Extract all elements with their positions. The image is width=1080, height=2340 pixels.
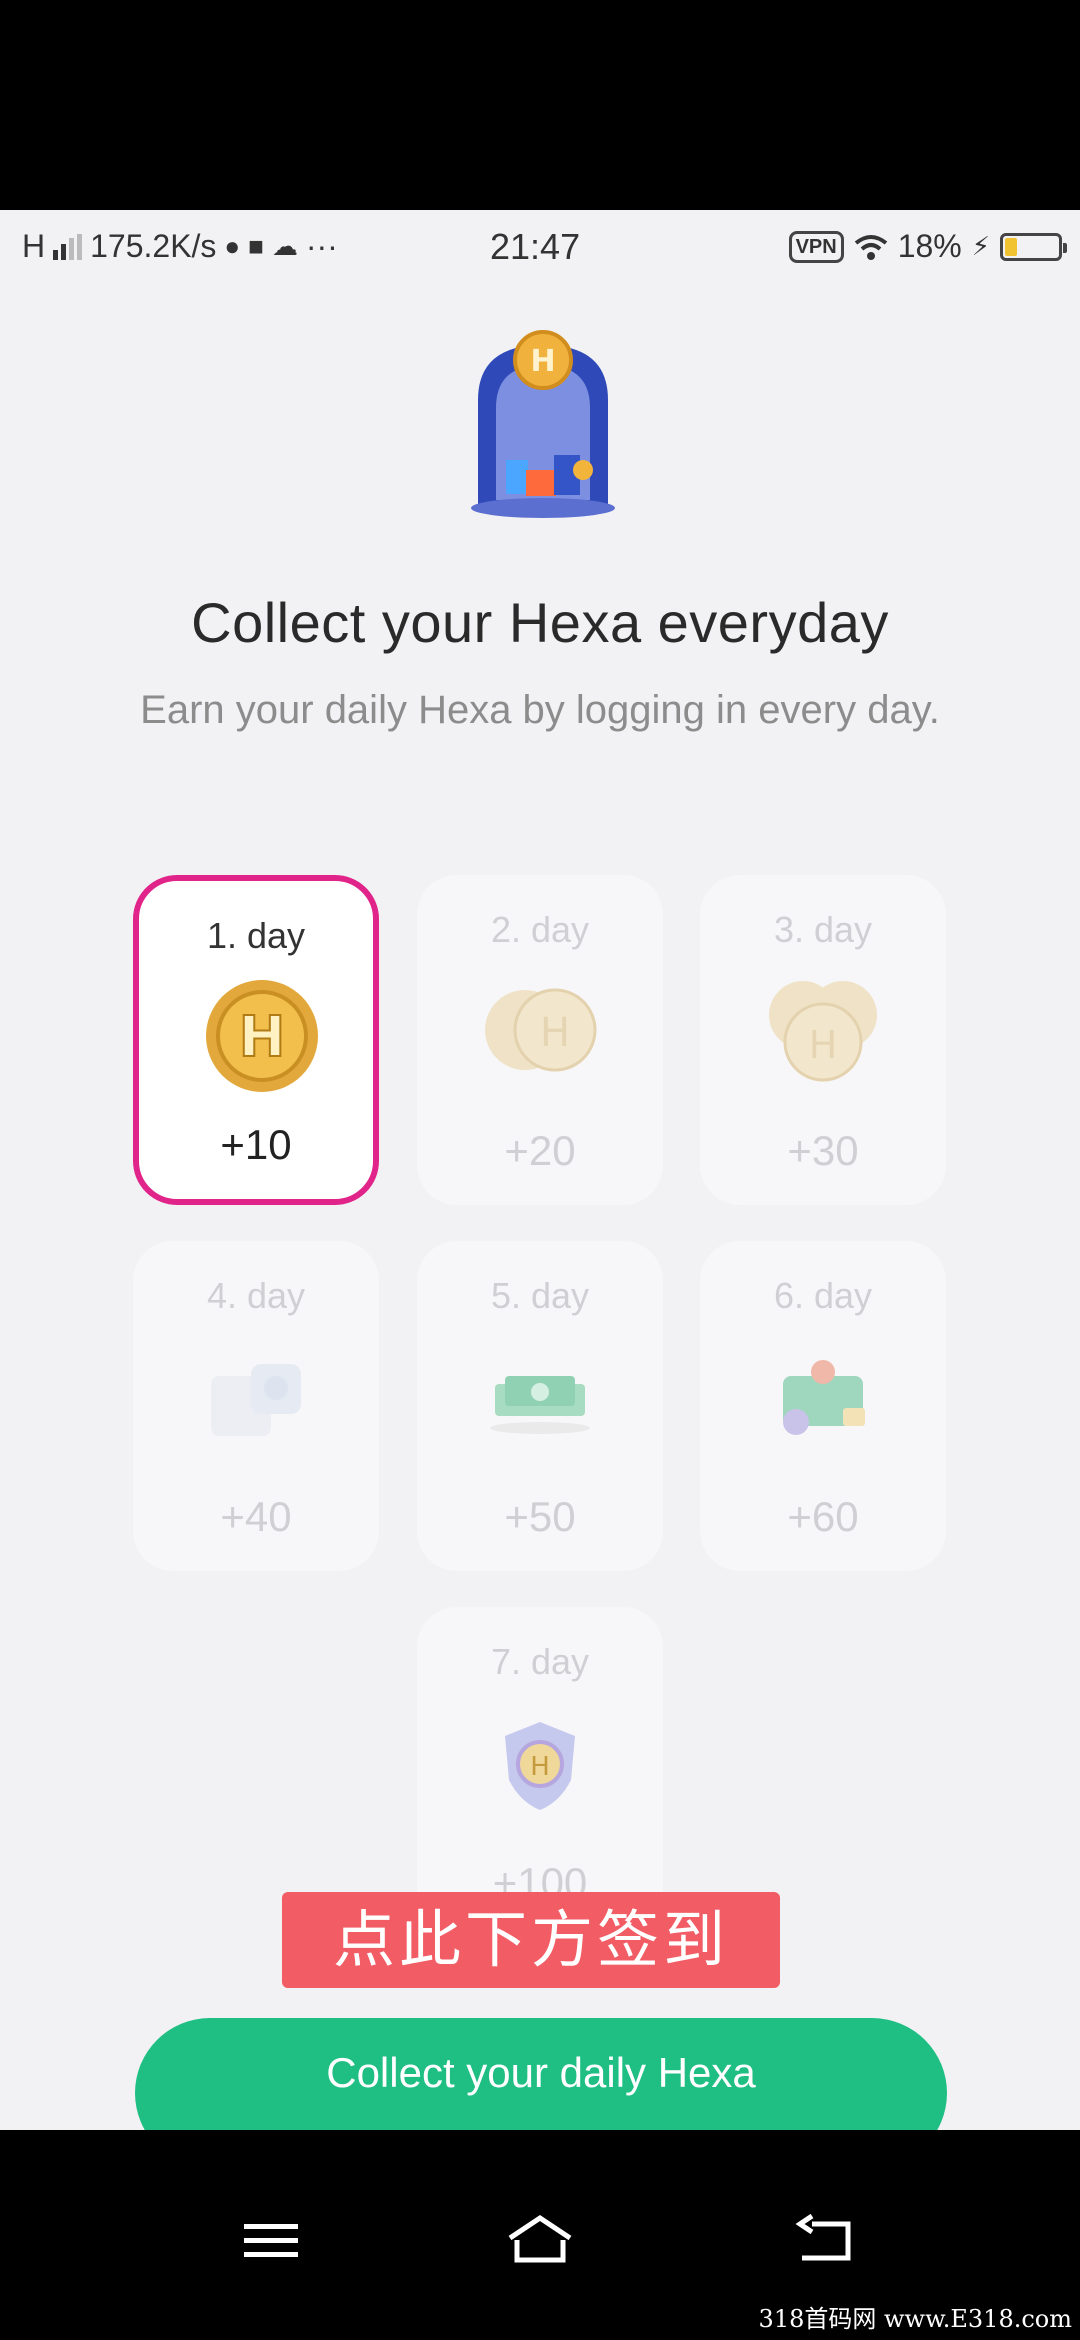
day-reward: +10 bbox=[220, 1121, 292, 1168]
status-bar: H 175.2K/s ● ■ ☁ ··· 21:47 VPN 18% ⚡ bbox=[0, 210, 1080, 280]
day-label: 3. day bbox=[773, 909, 873, 950]
top-black-bar bbox=[0, 0, 1080, 210]
day-label: 2. day bbox=[490, 909, 590, 950]
more-notifications: ··· bbox=[305, 228, 338, 264]
network-type: H bbox=[22, 228, 46, 264]
day-card-4[interactable]: 4. day +40 bbox=[133, 1241, 379, 1571]
day-card-1[interactable]: 1. day H +10 bbox=[133, 875, 379, 1205]
day-card-7[interactable]: 7. day H +100 bbox=[417, 1607, 663, 1937]
app-notification-icon: ■ bbox=[248, 231, 264, 261]
day-label: 5. day bbox=[490, 1275, 590, 1316]
app-screen: H 175.2K/s ● ■ ☁ ··· 21:47 VPN 18% ⚡ H C… bbox=[0, 210, 1080, 2130]
hero-treasure-icon: H bbox=[471, 330, 615, 518]
coin-stack-icon: H bbox=[769, 981, 877, 1082]
charging-icon: ⚡ bbox=[971, 231, 990, 261]
vpn-icon: VPN bbox=[788, 230, 844, 263]
svg-text:H: H bbox=[239, 1005, 286, 1070]
day-label: 4. day bbox=[206, 1275, 306, 1316]
home-icon[interactable] bbox=[505, 2210, 575, 2270]
day-card-5[interactable]: 5. day +50 bbox=[417, 1241, 663, 1571]
day-label: 1. day bbox=[206, 915, 306, 956]
day-reward: +60 bbox=[787, 1493, 859, 1540]
svg-text:H: H bbox=[540, 1010, 570, 1056]
collect-daily-button[interactable]: Collect your daily Hexa bbox=[135, 2018, 947, 2130]
cloud-icon: ☁ bbox=[271, 231, 298, 261]
page-title: Collect your Hexa everyday bbox=[191, 591, 889, 654]
day-reward: +30 bbox=[787, 1127, 859, 1174]
cash-icon bbox=[490, 1376, 590, 1434]
menu-icon[interactable] bbox=[236, 2210, 306, 2270]
wifi-icon bbox=[854, 234, 887, 260]
svg-text:H: H bbox=[530, 1752, 550, 1782]
shield-badge-icon: H bbox=[505, 1722, 575, 1810]
network-speed: 175.2K/s bbox=[90, 228, 217, 264]
two-coins-icon: H bbox=[485, 988, 597, 1072]
day-reward: +20 bbox=[504, 1127, 576, 1174]
day-label: 7. day bbox=[490, 1641, 590, 1682]
navigation-bar: 318首码网 www.E318.com bbox=[0, 2130, 1080, 2340]
day-card-6[interactable]: 6. day +60 bbox=[700, 1241, 946, 1571]
tap-here-banner: 点此下方签到 bbox=[282, 1892, 780, 1988]
day-reward: +40 bbox=[220, 1493, 292, 1540]
status-right: VPN 18% ⚡ bbox=[788, 228, 1067, 265]
day-card-3[interactable]: 3. day H +30 bbox=[700, 875, 946, 1205]
watermark: 318首码网 www.E318.com bbox=[758, 2305, 1072, 2333]
wechat-icon: ● bbox=[224, 231, 241, 261]
battery-percent: 18% bbox=[897, 228, 962, 264]
battery-icon bbox=[1000, 232, 1067, 261]
svg-text:H: H bbox=[530, 344, 555, 379]
status-left: H 175.2K/s ● ■ ☁ ··· bbox=[22, 228, 338, 265]
wallet-icon bbox=[783, 1360, 865, 1435]
gift-icon bbox=[211, 1364, 301, 1436]
signal-icon bbox=[53, 233, 83, 260]
day-card-2[interactable]: 2. day H +20 bbox=[417, 875, 663, 1205]
page-subtitle: Earn your daily Hexa by logging in every… bbox=[140, 688, 940, 732]
clock: 21:47 bbox=[490, 226, 581, 267]
day-reward: +50 bbox=[504, 1493, 576, 1540]
day-label: 6. day bbox=[773, 1275, 873, 1316]
back-icon[interactable] bbox=[790, 2210, 860, 2270]
coin-icon: H bbox=[206, 980, 318, 1092]
svg-text:H: H bbox=[809, 1023, 838, 1067]
